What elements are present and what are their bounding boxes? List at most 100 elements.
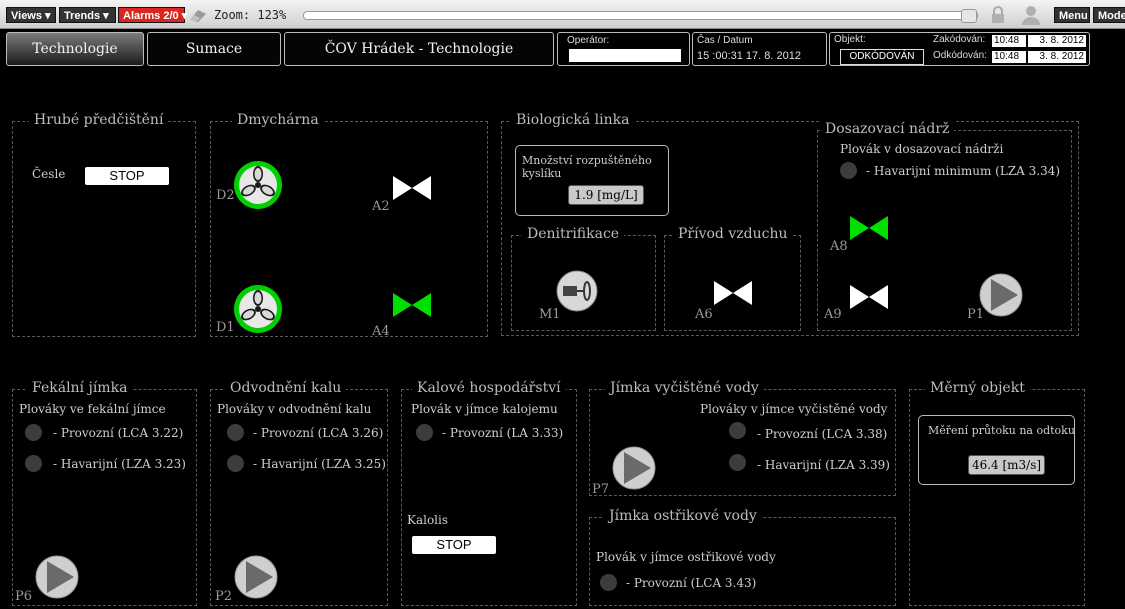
zoom-label: Zoom: 123%: [214, 8, 287, 22]
fekal-havarijni-indicator: [25, 455, 42, 472]
fekal-provozni-indicator: [25, 424, 42, 441]
group-title: Odvodnění kalu: [225, 380, 347, 396]
blower-d2-fan-icon[interactable]: [233, 160, 283, 210]
vycist-provozni-label: - Provozní (LCA 3.38): [757, 427, 888, 441]
alarms-menu-button[interactable]: Alarms 2/0 ▾: [118, 7, 187, 23]
valve-a6-icon[interactable]: [714, 281, 752, 305]
operator-label: Operátor:: [567, 35, 610, 46]
d1-tag: D1: [216, 320, 235, 335]
group-hrube-predcisteni: Hrubé předčištění Česle STOP: [12, 112, 196, 337]
valve-a2-icon[interactable]: [393, 176, 431, 200]
fekal-floats-label: Plováky ve fekální jímce: [19, 402, 166, 416]
kalove-provozni-indicator: [416, 424, 433, 441]
group-title: Denitrifikace: [522, 226, 625, 242]
group-title: Dosazovací nádrž: [820, 121, 955, 137]
group-title: Fekální jímka: [27, 380, 133, 396]
valve-a4-icon[interactable]: [393, 293, 431, 317]
valve-a9-icon[interactable]: [850, 285, 888, 309]
odvod-provozni-label: - Provozní (LCA 3.26): [253, 426, 384, 440]
coded-label: Zakódován:: [933, 34, 986, 45]
nav-sumace-button[interactable]: Sumace: [147, 32, 281, 66]
kalolis-label: Kalolis: [407, 513, 449, 527]
user-icon[interactable]: [1021, 5, 1041, 25]
d2-tag: D2: [216, 188, 235, 203]
decoded-label: Odkódován:: [933, 50, 987, 61]
flow-label: Měření průtoku na odtoku: [928, 424, 1075, 437]
lock-icon[interactable]: [990, 6, 1006, 24]
p6-tag: P6: [15, 589, 33, 604]
flow-panel: Měření průtoku na odtoku 46.4 [m3/s]: [918, 415, 1075, 485]
pump-p2-icon[interactable]: [234, 555, 278, 599]
datetime-value: 15 :00:31 17. 8. 2012: [697, 50, 801, 62]
cesle-label: Česle: [32, 167, 66, 181]
a6-tag: A6: [695, 307, 713, 322]
vycist-provozni-indicator: [729, 422, 746, 439]
pump-p6-icon[interactable]: [35, 555, 79, 599]
operator-panel: Operátor:: [557, 32, 690, 66]
operator-field[interactable]: [569, 49, 681, 62]
odvod-havarijni-indicator: [227, 455, 244, 472]
ostrik-provozni-indicator: [600, 574, 617, 591]
coded-date: 3. 8. 2012: [1028, 35, 1086, 47]
p2-tag: P2: [215, 589, 233, 604]
ostrik-provozni-label: - Provozní (LCA 3.43): [626, 576, 757, 590]
object-panel: Objekt: ODKÓDOVÁN Zakódován: 10:48 3. 8.…: [829, 32, 1090, 66]
nav-technologie-button[interactable]: Technologie: [6, 32, 144, 66]
group-title: Kalové hospodářství: [412, 380, 566, 396]
vycist-floats-label: Plováky v jímce vyčistěné vody: [700, 402, 888, 416]
trends-menu-button[interactable]: Trends ▾: [59, 7, 116, 23]
cesle-stop-button[interactable]: STOP: [85, 167, 169, 185]
a2-tag: A2: [372, 199, 390, 214]
vycist-havarijni-label: - Havarijní (LZA 3.39): [757, 458, 890, 472]
object-label: Objekt:: [834, 34, 866, 45]
page-title: ČOV Hrádek - Technologie: [284, 32, 554, 66]
group-title: Jímka ostřikové vody: [604, 508, 762, 524]
oxygen-label: Množství rozpuštěného kyslíku: [522, 154, 652, 180]
flow-value: 46.4 [m3/s]: [968, 455, 1045, 475]
datetime-panel: Čas / Datum 15 :00:31 17. 8. 2012: [692, 32, 827, 66]
menu-button[interactable]: Menu: [1054, 7, 1090, 23]
ostrik-float-label: Plovák v jímce ostřikové vody: [596, 550, 776, 564]
odvod-floats-label: Plováky v odvodnění kalu: [217, 402, 372, 416]
fekal-provozni-label: - Provozní (LCA 3.22): [53, 426, 184, 440]
odvod-havarijni-label: - Havarijní (LZA 3.25): [253, 457, 386, 471]
group-title: Jímka vyčištěné vody: [605, 380, 764, 396]
kalolis-stop-button[interactable]: STOP: [412, 536, 496, 554]
decoded-time: 10:48: [992, 51, 1026, 63]
zoom-slider-handle[interactable]: [961, 9, 977, 23]
coded-time: 10:48: [992, 35, 1026, 47]
group-jimka-ostrikove-vody: Jímka ostřikové vody Plovák v jímce ostř…: [589, 508, 896, 606]
group-kalove-hospodarstvi: Kalové hospodářství Plovák v jímce kaloj…: [401, 380, 577, 606]
group-title: Měrný objekt: [925, 380, 1030, 396]
fekal-havarijni-label: - Havarijní (LZA 3.23): [53, 457, 186, 471]
blower-d1-fan-icon[interactable]: [233, 284, 283, 334]
dosaz-float-label: Plovák v dosazovací nádrži: [840, 142, 1004, 156]
kalove-float-label: Plovák v jímce kalojemu: [411, 402, 558, 416]
group-title: Hrubé předčištění: [29, 112, 169, 128]
havarijni-minimum-indicator: [840, 162, 857, 179]
top-toolbar: Views ▾ Trends ▾ Alarms 2/0 ▾ Zoom: 123%…: [0, 0, 1125, 29]
valve-a8-icon[interactable]: [850, 216, 888, 240]
p7-tag: P7: [592, 482, 610, 497]
zoom-slider[interactable]: [303, 9, 978, 23]
havarijni-minimum-label: - Havarijní minimum (LZA 3.34): [866, 164, 1061, 178]
group-title: Dmychárna: [232, 112, 324, 128]
a4-tag: A4: [372, 324, 390, 339]
oxygen-panel: Množství rozpuštěného kyslíku 1.9 [mg/L]: [515, 145, 669, 216]
decoded-date: 3. 8. 2012: [1028, 51, 1086, 63]
vycist-havarijni-indicator: [729, 454, 746, 471]
eraser-icon[interactable]: [188, 8, 208, 22]
a8-tag: A8: [830, 239, 848, 254]
pump-p7-icon[interactable]: [612, 446, 656, 490]
mixer-m1-icon[interactable]: [556, 270, 598, 312]
odvod-provozni-indicator: [227, 424, 244, 441]
oxygen-value: 1.9 [mg/L]: [568, 185, 644, 205]
a9-tag: A9: [824, 307, 842, 322]
kalove-provozni-label: - Provozní (LA 3.33): [442, 426, 564, 440]
group-title: Přívod vzduchu: [673, 226, 793, 242]
datetime-label: Čas / Datum: [697, 35, 753, 46]
views-menu-button[interactable]: Views ▾: [6, 7, 56, 23]
pump-p1-icon[interactable]: [979, 273, 1023, 317]
group-title: Biologická linka: [511, 112, 635, 128]
mode-button[interactable]: Mode: [1093, 7, 1125, 23]
